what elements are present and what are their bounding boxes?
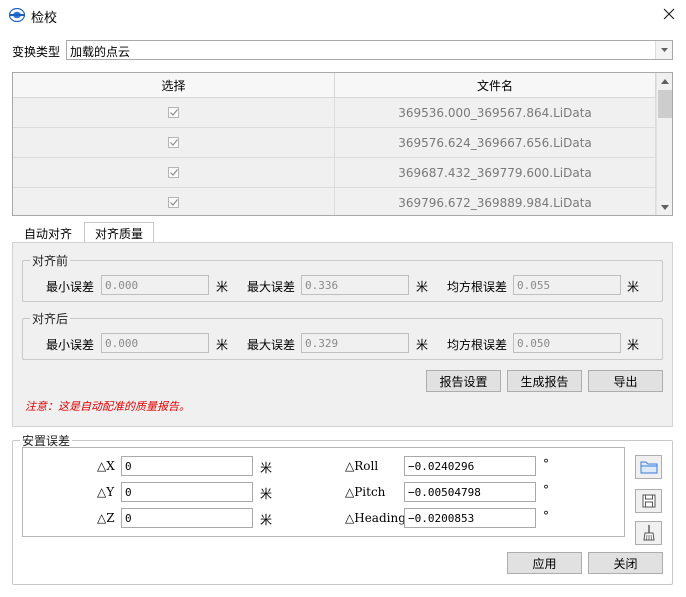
quality-note: 注意：这是自动配准的质量报告。	[25, 400, 190, 413]
scroll-up-icon[interactable]	[657, 73, 672, 89]
before-rms-unit: 米	[627, 280, 640, 294]
after-align-title: 对齐后	[32, 312, 69, 326]
report-settings-button[interactable]: 报告设置	[426, 370, 501, 392]
tab-align-quality[interactable]: 对齐质量	[84, 222, 154, 243]
chevron-down-icon[interactable]	[655, 41, 672, 59]
row-checkbox[interactable]	[168, 167, 179, 178]
tab-auto-align[interactable]: 自动对齐	[14, 223, 82, 243]
row-checkbox[interactable]	[168, 107, 179, 118]
row-checkbox[interactable]	[168, 197, 179, 208]
align-quality-panel: 对齐前 最小误差 0.000 米 最大误差 0.336 米 均方根误差 0.05…	[12, 242, 673, 427]
after-rms-unit: 米	[627, 338, 640, 352]
after-rms-error-field: 0.050	[513, 333, 621, 353]
scroll-down-icon[interactable]	[657, 199, 672, 215]
after-max-error-label: 最大误差	[247, 338, 296, 352]
title-bar: 检校	[0, 0, 686, 30]
before-max-error-label: 最大误差	[247, 280, 296, 294]
checkmark-icon	[169, 199, 178, 206]
before-max-unit: 米	[416, 280, 429, 294]
checkmark-icon	[169, 169, 178, 176]
export-button[interactable]: 导出	[588, 370, 663, 392]
table-row[interactable]: 369687.432_369779.600.LiData	[13, 158, 656, 188]
table-row[interactable]: 369576.624_369667.656.LiData	[13, 128, 656, 158]
column-header-select[interactable]: 选择	[13, 73, 335, 97]
save-icon	[642, 494, 655, 508]
row-filename: 369536.000_369567.864.LiData	[335, 98, 656, 127]
before-min-error-label: 最小误差	[46, 280, 95, 294]
after-min-unit: 米	[216, 338, 229, 352]
file-table: 选择 文件名 369536.000_369567.864.LiData 3695…	[12, 72, 673, 216]
after-max-unit: 米	[416, 338, 429, 352]
close-button[interactable]: 关闭	[588, 552, 663, 574]
checkmark-icon	[169, 139, 178, 146]
after-min-error-field: 0.000	[101, 333, 209, 353]
row-filename: 369796.672_369889.984.LiData	[335, 188, 656, 215]
mounting-error-title: 安置误差	[22, 434, 71, 448]
after-min-error-label: 最小误差	[46, 338, 95, 352]
before-rms-error-field: 0.055	[513, 275, 621, 295]
folder-icon	[640, 461, 657, 474]
before-align-title: 对齐前	[32, 254, 69, 268]
apply-button[interactable]: 应用	[507, 552, 582, 574]
table-scrollbar[interactable]	[656, 73, 672, 215]
after-max-error-field: 0.329	[301, 333, 409, 353]
table-header: 选择 文件名	[13, 73, 656, 98]
column-header-filename[interactable]: 文件名	[335, 73, 656, 97]
transform-type-value: 加载的点云	[70, 45, 131, 59]
before-min-error-field: 0.000	[101, 275, 209, 295]
row-checkbox[interactable]	[168, 137, 179, 148]
close-window-button[interactable]	[656, 3, 682, 25]
before-min-unit: 米	[216, 280, 229, 294]
table-row[interactable]: 369536.000_369567.864.LiData	[13, 98, 656, 128]
row-filename: 369687.432_369779.600.LiData	[335, 158, 656, 187]
window-title: 检校	[31, 11, 58, 26]
scrollbar-thumb[interactable]	[658, 90, 672, 118]
app-logo-icon	[8, 7, 26, 23]
before-rms-error-label: 均方根误差	[447, 280, 508, 294]
before-max-error-field: 0.336	[301, 275, 409, 295]
table-row[interactable]: 369796.672_369889.984.LiData	[13, 188, 656, 215]
open-folder-button[interactable]	[635, 455, 662, 479]
transform-type-label: 变换类型	[12, 45, 61, 59]
after-rms-error-label: 均方根误差	[447, 338, 508, 352]
transform-type-select[interactable]: 加载的点云	[66, 40, 673, 60]
close-icon	[663, 8, 675, 20]
clear-button[interactable]	[635, 521, 662, 545]
checkmark-icon	[169, 109, 178, 116]
generate-report-button[interactable]: 生成报告	[507, 370, 582, 392]
row-filename: 369576.624_369667.656.LiData	[335, 128, 656, 157]
save-button[interactable]	[635, 489, 662, 513]
broom-icon	[642, 525, 655, 541]
